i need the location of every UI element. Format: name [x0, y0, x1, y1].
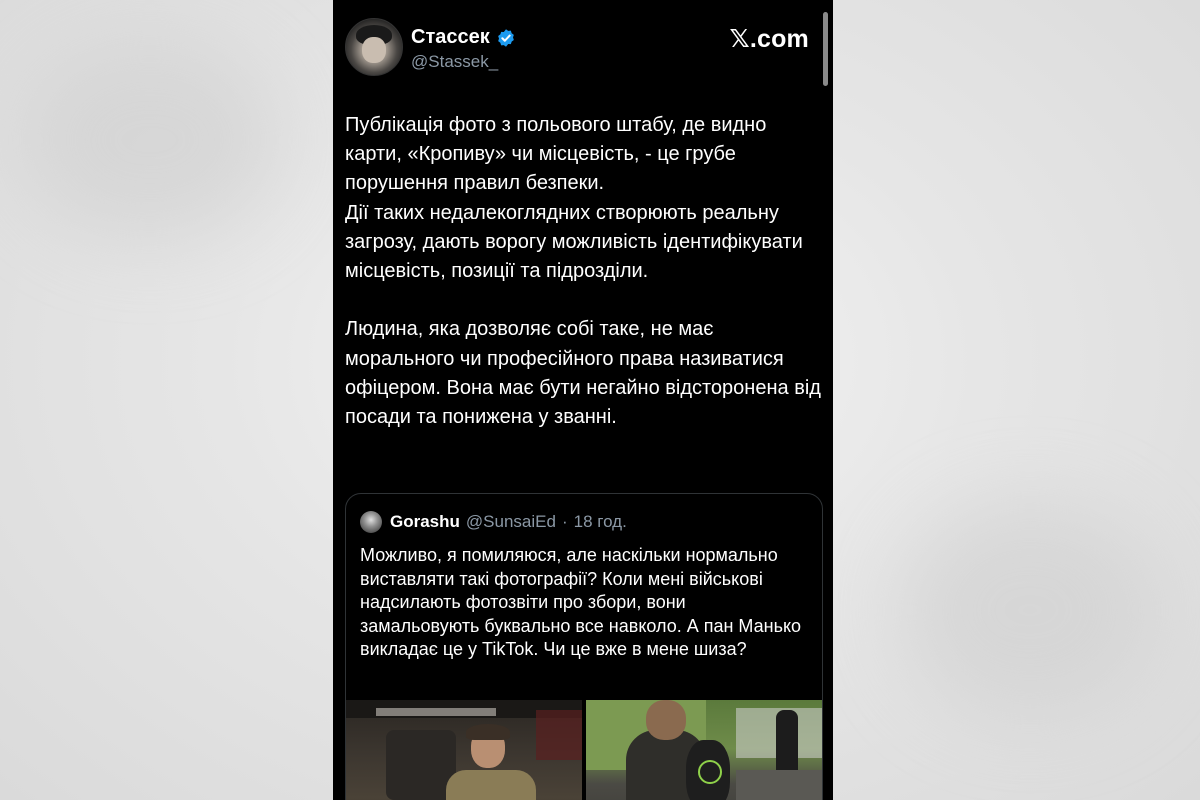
author-avatar[interactable] — [345, 18, 403, 76]
tweet-screenshot: Стассек @Stassek_ 𝕏.com Публікація фото … — [333, 0, 833, 800]
quoted-photo-1[interactable] — [346, 700, 582, 800]
tweet-text: Публікація фото з польового штабу, де ви… — [345, 114, 821, 429]
quoted-tweet-card[interactable]: Gorashu @SunsaiEd · 18 год. Можливо, я п… — [345, 493, 823, 800]
quoted-author-handle: @SunsaiEd — [465, 512, 556, 531]
scrollbar[interactable] — [823, 12, 828, 86]
author-handle[interactable]: @Stassek_ — [411, 52, 498, 72]
background-blur — [20, 40, 280, 240]
quoted-separator: · — [561, 512, 568, 531]
verified-badge-icon — [497, 28, 514, 47]
background-blur — [900, 500, 1160, 720]
quoted-author-name: Gorashu — [390, 512, 460, 531]
quoted-timestamp: 18 год. — [573, 512, 627, 531]
author-name-row: Стассек — [411, 26, 516, 49]
x-logo-brand: 𝕏.com — [729, 25, 809, 53]
quoted-tweet-text: Можливо, я помиляюся, але наскільки норм… — [360, 545, 802, 659]
quoted-author-avatar — [360, 511, 382, 533]
author-display-name[interactable]: Стассек — [411, 26, 490, 49]
quoted-photo-2[interactable] — [586, 700, 822, 800]
quoted-tweet-header: Gorashu @SunsaiEd · 18 год. — [360, 511, 627, 533]
tweet-header: Стассек @Stassek_ 𝕏.com — [345, 18, 821, 78]
